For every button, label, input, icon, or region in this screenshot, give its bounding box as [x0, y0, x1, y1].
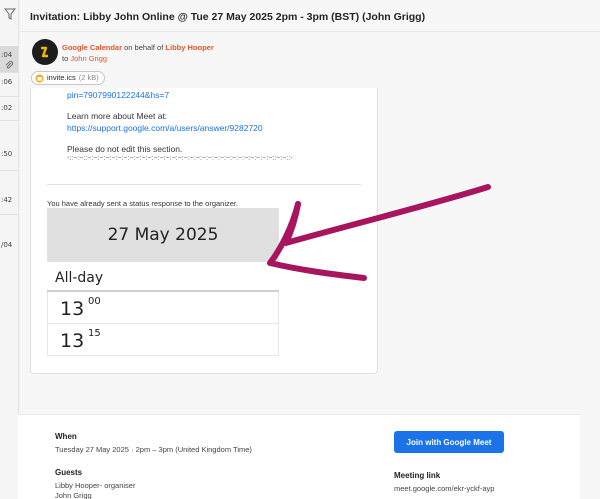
support-link[interactable]: https://support.google.com/a/users/answe…: [67, 123, 263, 133]
message-time: /04: [1, 241, 13, 249]
message-time: :42: [1, 196, 13, 204]
message-time: :06: [1, 78, 13, 86]
sender-avatar[interactable]: [32, 39, 58, 65]
sender-line: Google Calendar on behalf of Libby Hoope…: [62, 43, 214, 52]
slot-minute: 15: [88, 328, 101, 339]
attachment-name: invite.ics: [47, 73, 76, 82]
recipient-name[interactable]: John Grigg: [70, 54, 107, 63]
slot-minute: 00: [88, 296, 101, 307]
divider: [0, 120, 18, 121]
guest-organiser: Libby Hooper- organiser: [55, 481, 135, 490]
on-behalf-name[interactable]: Libby Hooper: [165, 43, 213, 52]
message-list-strip: :04 :06 :02 :50 :42 /04: [0, 0, 19, 499]
time-slot: 13 15: [47, 324, 279, 356]
message-time: :04: [1, 51, 13, 59]
divider: [0, 170, 18, 171]
attachment-size: (2 kB): [78, 73, 99, 82]
meet-pin-link[interactable]: pin=7907990122244&hs=7: [67, 90, 169, 100]
guest-name[interactable]: Libby Hooper: [55, 481, 100, 490]
to-prefix: to: [62, 54, 69, 63]
join-meet-button[interactable]: Join with Google Meet: [394, 431, 504, 453]
invite-details-panel: When Tuesday 27 May 2025 · 2pm – 3pm (Un…: [18, 414, 580, 499]
sender-name[interactable]: Google Calendar: [62, 43, 122, 52]
guest-role: - organiser: [99, 481, 136, 490]
do-not-edit-text: Please do not edit this section.: [67, 144, 183, 154]
divider: [20, 31, 600, 32]
message-body-card: pin=7907990122244&hs=7 Learn more about …: [30, 88, 378, 374]
learn-more-text: Learn more about Meet at:: [67, 111, 168, 121]
message-time: :02: [1, 104, 13, 112]
divider: [0, 96, 18, 97]
calendar-file-icon: [35, 74, 44, 82]
recipient-line: to John Grigg: [62, 54, 107, 63]
message-time: :50: [1, 150, 13, 158]
on-behalf-text: on behalf of: [124, 43, 164, 52]
attachment-chip[interactable]: invite.ics (2 kB): [31, 71, 105, 85]
slot-hour: 13: [60, 298, 85, 320]
guests-label: Guests: [55, 468, 83, 477]
calendar-preview: 27 May 2025 All-day 13 00 13 15: [47, 208, 279, 356]
guest-name[interactable]: John Grigg: [55, 491, 92, 499]
when-label: When: [55, 432, 77, 441]
google-calendar-logo-icon: [41, 46, 48, 58]
slot-hour: 13: [60, 330, 85, 352]
meeting-link-label: Meeting link: [394, 471, 441, 480]
email-subject: Invitation: Libby John Online @ Tue 27 M…: [30, 11, 426, 23]
divider: [0, 72, 18, 73]
divider: [0, 214, 18, 215]
filter-icon[interactable]: [4, 8, 16, 20]
calendar-date-header: 27 May 2025: [47, 208, 279, 262]
divider: [47, 184, 361, 185]
time-slot: 13 00: [47, 292, 279, 324]
meeting-link[interactable]: meet.google.com/ekr-yckf-ayp: [394, 484, 494, 493]
paperclip-icon: [5, 60, 14, 69]
all-day-row: All-day: [47, 262, 279, 292]
when-value: Tuesday 27 May 2025 · 2pm – 3pm (United …: [55, 445, 252, 454]
status-response-note: You have already sent a status response …: [47, 199, 239, 208]
separator-line: -::~:~::~:~:~:~:~:~:~:~:~:~:~:~:~:~:~:~:…: [67, 155, 293, 162]
